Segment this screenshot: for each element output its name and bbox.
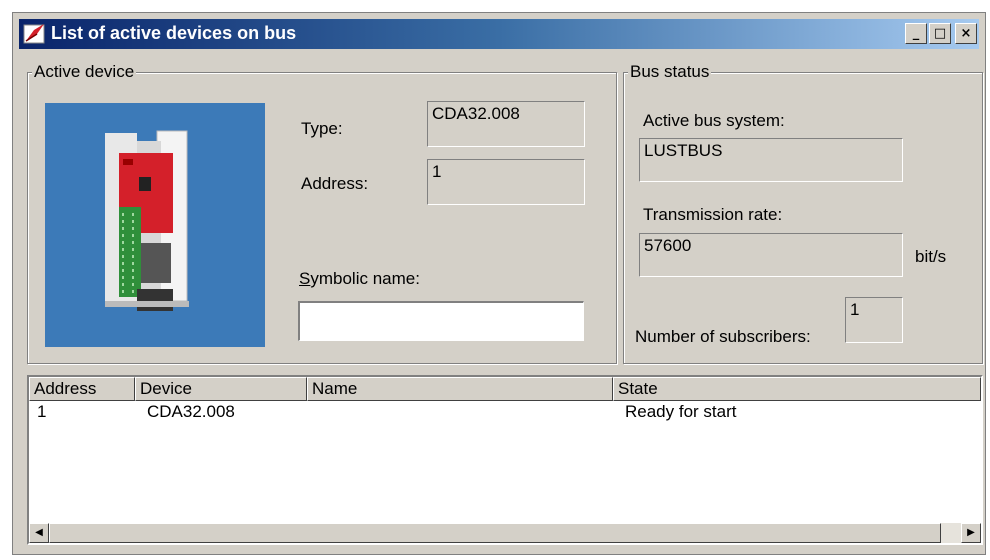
dialog-window: List of active devices on bus _ □ × Acti…: [12, 12, 986, 555]
scroll-left-icon[interactable]: ◀: [29, 523, 49, 543]
subscribers-label: Number of subscribers:: [635, 327, 811, 346]
row-address: 1: [37, 402, 47, 421]
app-icon: [23, 24, 45, 44]
symbolic-name-label-rest: ymbolic name:: [310, 269, 420, 288]
bus-status-legend: Bus status: [628, 62, 712, 82]
column-header-device[interactable]: Device: [135, 377, 307, 401]
address-field: 1: [427, 159, 585, 205]
active-bus-label: Active bus system:: [643, 111, 785, 130]
row-device: CDA32.008: [147, 402, 235, 421]
scroll-thumb[interactable]: [49, 523, 941, 543]
symbolic-name-input[interactable]: [298, 301, 584, 341]
window-title: List of active devices on bus: [51, 23, 297, 43]
row-name: [313, 401, 321, 403]
scroll-right-icon[interactable]: ▶: [961, 523, 981, 543]
type-label: Type:: [301, 119, 343, 138]
symbolic-name-accel: S: [299, 269, 311, 288]
type-field: CDA32.008: [427, 101, 585, 147]
minimize-button[interactable]: _: [905, 23, 927, 44]
close-button[interactable]: ×: [955, 23, 977, 44]
subscribers-field: 1: [845, 297, 903, 343]
transmission-rate-label: Transmission rate:: [643, 205, 783, 224]
active-device-legend: Active device: [32, 62, 137, 82]
device-list[interactable]: Address Device Name State 1 CDA32.008 Re…: [27, 375, 983, 545]
device-image: [45, 103, 265, 347]
symbolic-name-label: Symbolic name:: [299, 269, 420, 289]
column-header-state[interactable]: State: [613, 377, 981, 401]
title-bar[interactable]: List of active devices on bus _ □ ×: [19, 19, 979, 49]
transmission-rate-field: 57600: [639, 233, 903, 277]
rate-unit-label: bit/s: [915, 247, 947, 266]
device-drawing: [105, 130, 189, 311]
active-bus-field: LUSTBUS: [639, 138, 903, 182]
address-label: Address:: [301, 174, 369, 193]
horizontal-scrollbar[interactable]: ◀ ▶: [29, 523, 981, 543]
row-state: Ready for start: [625, 402, 737, 421]
maximize-button[interactable]: □: [929, 23, 951, 44]
column-header-address[interactable]: Address: [29, 377, 135, 401]
column-header-name[interactable]: Name: [307, 377, 613, 401]
